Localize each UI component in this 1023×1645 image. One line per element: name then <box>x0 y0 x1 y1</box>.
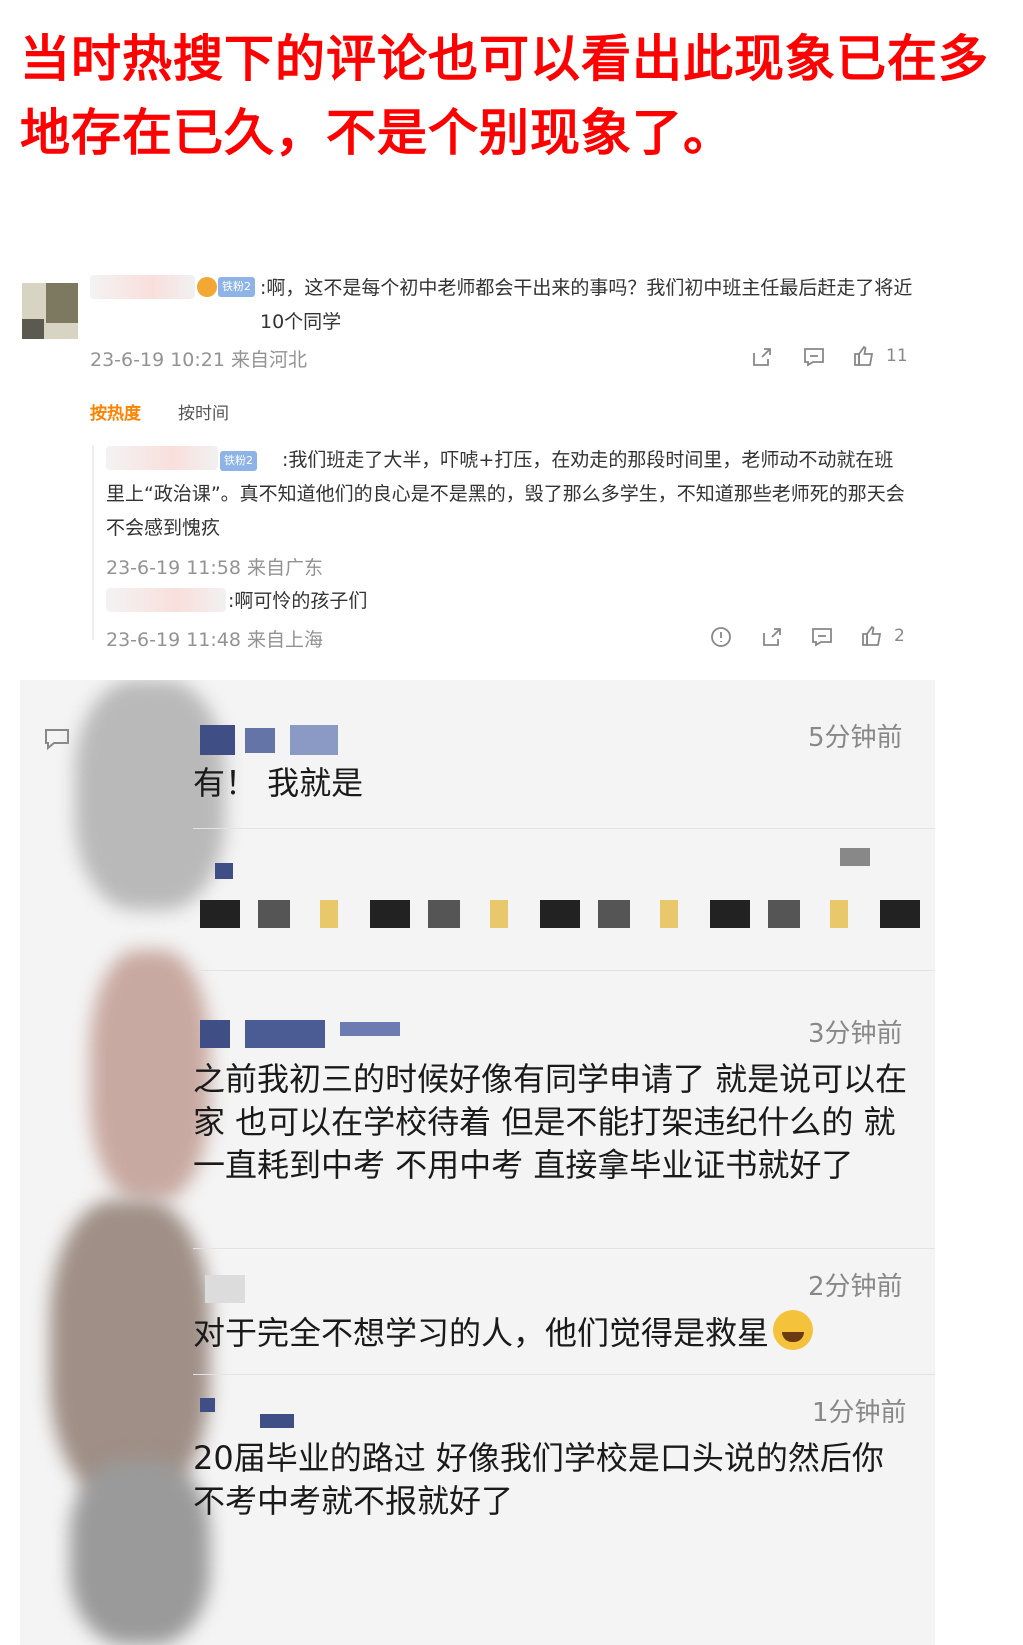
blurred-username <box>215 863 233 879</box>
like-count: 11 <box>886 346 908 366</box>
comment-time: 5分钟前 <box>808 723 903 753</box>
blurred-username[interactable] <box>200 725 235 755</box>
reply-thread-line <box>92 445 94 640</box>
crown-icon <box>197 277 217 297</box>
like-button[interactable]: 2 <box>860 624 905 648</box>
divider <box>193 828 935 829</box>
comment-text: 20届毕业的路过 好像我们学校是口头说的然后你不考中考就不报就好了 <box>193 1439 884 1520</box>
comment-meta: 23-6-19 10:21 来自河北 <box>90 349 307 371</box>
comment-text: 之前我初三的时候好像有同学申请了 就是说可以在家 也可以在学校待着 但是不能打架… <box>193 1060 908 1184</box>
reply-text: :啊可怜的孩子们 <box>228 590 368 612</box>
comment-text: 有！ 我就是 <box>193 764 364 802</box>
censored-block <box>840 848 870 866</box>
like-count: 2 <box>894 626 905 646</box>
report-icon[interactable] <box>709 625 733 649</box>
comment-time: 3分钟前 <box>808 1019 903 1049</box>
blurred-username <box>245 1020 325 1048</box>
avatar[interactable] <box>70 1460 210 1645</box>
app-comment-screenshot: 5分钟前 有！ 我就是 3分钟前 之前我初三的时候好像有同学申请了 就是说可以在… <box>20 680 935 1645</box>
divider <box>193 1374 935 1375</box>
blurred-username[interactable] <box>200 1020 230 1048</box>
comment-icon[interactable] <box>810 625 834 649</box>
blurred-username[interactable] <box>200 1398 215 1412</box>
comment-icon[interactable] <box>802 345 826 369</box>
share-icon[interactable] <box>750 345 774 369</box>
avatar[interactable] <box>90 950 210 1200</box>
divider <box>193 970 935 971</box>
reply-meta: 23-6-19 11:48 来自上海 <box>106 629 323 651</box>
comment-bubble-icon[interactable] <box>44 728 70 750</box>
comment-time: 2分钟前 <box>808 1272 903 1302</box>
avatar[interactable] <box>50 1200 210 1500</box>
divider <box>193 1248 935 1249</box>
share-icon[interactable] <box>760 625 784 649</box>
blurred-username[interactable] <box>106 588 226 612</box>
blurred-username[interactable] <box>90 275 195 299</box>
fan-badge: 铁粉2 <box>218 277 255 297</box>
blurred-username <box>245 728 275 753</box>
blurred-username <box>260 1414 294 1428</box>
comment-text: :啊，这不是每个初中老师都会干出来的事吗？我们初中班主任最后赶走了将近10个同学 <box>260 277 913 333</box>
avatar[interactable] <box>22 283 78 339</box>
blurred-username <box>290 725 338 755</box>
comment-text: 对于完全不想学习的人，他们觉得是救星 <box>193 1310 814 1355</box>
headline: 当时热搜下的评论也可以看出此现象已在多地存在已久，不是个别现象了。 <box>20 30 989 162</box>
reply-text: :我们班走了大半，吓唬+打压，在劝走的那段时间里，老师动不动就在班里上“政治课”… <box>106 449 905 539</box>
censored-comment <box>200 900 920 928</box>
weibo-comment-screenshot: 铁粉2 :啊，这不是每个初中老师都会干出来的事吗？我们初中班主任最后赶走了将近1… <box>20 255 995 695</box>
blurred-username[interactable] <box>205 1275 245 1303</box>
like-button[interactable]: 11 <box>852 344 908 368</box>
comment-time: 1分钟前 <box>812 1398 907 1428</box>
blurred-username <box>340 1022 400 1036</box>
laughing-emoji-icon <box>773 1310 814 1350</box>
reply-meta: 23-6-19 11:58 来自广东 <box>106 557 323 579</box>
sort-by-time[interactable]: 按时间 <box>178 399 229 424</box>
sort-by-hot[interactable]: 按热度 <box>90 399 141 424</box>
